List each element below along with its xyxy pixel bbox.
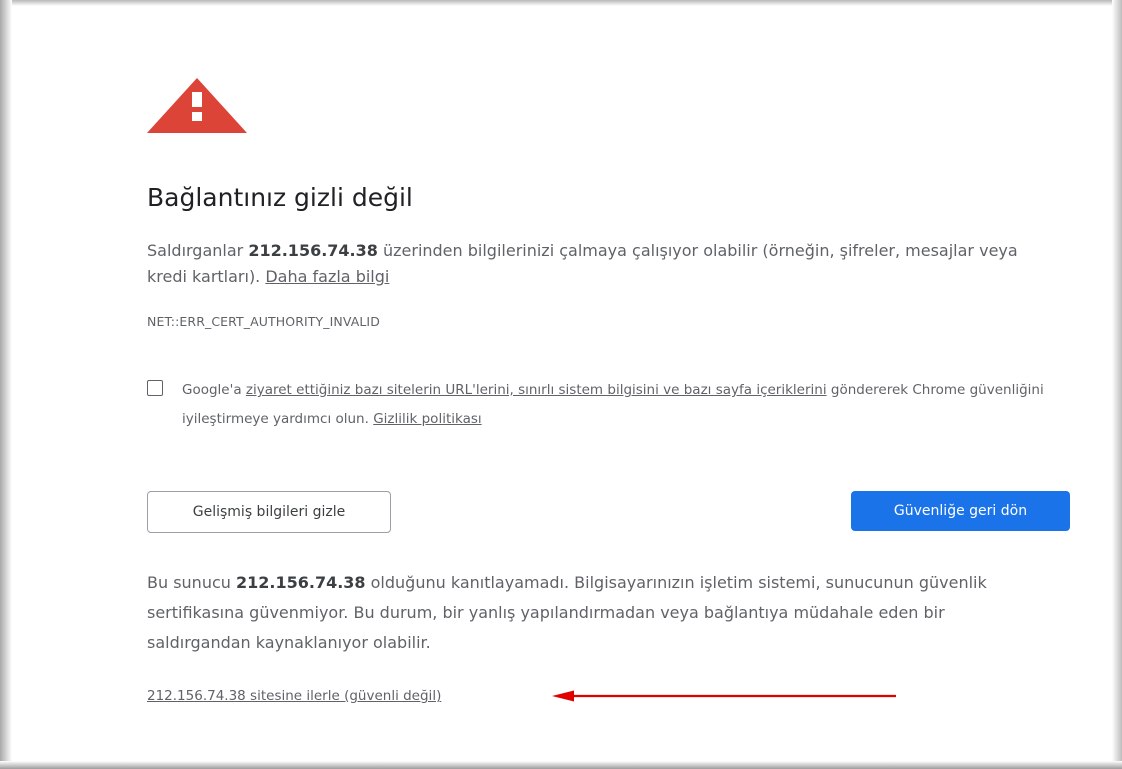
warning-triangle-icon (147, 78, 247, 133)
frame-shadow-left (0, 0, 12, 769)
privacy-policy-link[interactable]: Gizlilik politikası (373, 411, 481, 427)
error-code: NET::ERR_CERT_AUTHORITY_INVALID (147, 314, 380, 329)
intro-text-before: Saldırganlar (147, 241, 249, 260)
window-frame: Bağlantınız gizli değil Saldırganlar 212… (0, 0, 1122, 769)
opt-in-checkbox[interactable] (147, 380, 163, 396)
details-text-before: Bu sunucu (147, 573, 236, 592)
hide-advanced-button[interactable]: Gelişmiş bilgileri gizle (147, 491, 391, 533)
opt-in-text-before: Google'a (182, 382, 246, 398)
opt-in-label: Google'a ziyaret ettiğiniz bazı siteleri… (182, 376, 1052, 434)
back-to-safety-button[interactable]: Güvenliğe geri dön (851, 491, 1070, 531)
red-arrow-annotation (552, 690, 896, 702)
proceed-unsafe-link[interactable]: 212.156.74.38 sitesine ilerle (güvenli d… (147, 688, 441, 704)
opt-in-details-link[interactable]: ziyaret ettiğiniz bazı sitelerin URL'ler… (246, 382, 827, 398)
learn-more-link[interactable]: Daha fazla bilgi (265, 267, 389, 286)
intro-host: 212.156.74.38 (248, 241, 378, 260)
page-title: Bağlantınız gizli değil (147, 183, 413, 212)
details-host: 212.156.74.38 (235, 573, 366, 592)
frame-shadow-top (0, 0, 1122, 6)
frame-shadow-bottom (0, 761, 1122, 769)
frame-shadow-right (1112, 0, 1122, 769)
details-paragraph: Bu sunucu 212.156.74.38 olduğunu kanıtla… (147, 568, 1047, 658)
intro-paragraph: Saldırganlar 212.156.74.38 üzerinden bil… (147, 238, 1027, 290)
